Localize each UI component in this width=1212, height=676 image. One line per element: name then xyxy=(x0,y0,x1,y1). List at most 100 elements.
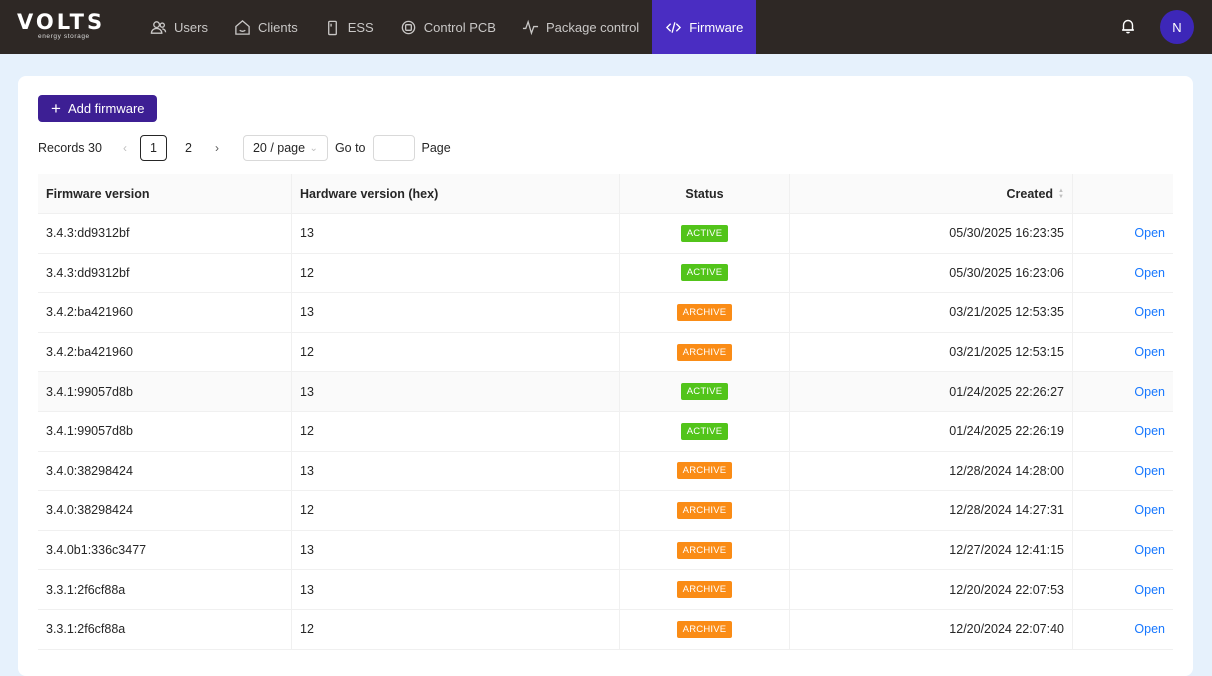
status-badge: ARCHIVE xyxy=(676,303,733,321)
plus-icon: + xyxy=(51,99,61,118)
nav-item-clients[interactable]: Clients xyxy=(221,0,311,54)
goto-page-input[interactable] xyxy=(372,135,415,161)
status-cell: ARCHIVE xyxy=(620,332,790,372)
pagination: Records 30 ‹ 1 2 › 20 / page ⌄ Go to Pag… xyxy=(38,135,451,161)
status-badge: ACTIVE xyxy=(680,264,729,282)
nav-item-label: Package control xyxy=(545,19,640,35)
hardware-version-cell: 12 xyxy=(292,411,620,451)
status-badge: ARCHIVE xyxy=(676,620,733,638)
status-badge: ARCHIVE xyxy=(676,343,733,361)
created-cell: 12/20/2024 22:07:53 xyxy=(790,570,1073,609)
nav-item-label: Clients xyxy=(257,19,298,35)
notifications-button[interactable] xyxy=(1119,17,1137,35)
sort-icon[interactable]: ▲ ▼ xyxy=(1058,188,1064,200)
hardware-version-cell: 12 xyxy=(292,253,620,293)
open-cell: Open xyxy=(1073,214,1173,253)
table-row: 3.4.0:38298424 12 ARCHIVE 12/28/2024 14:27:… xyxy=(38,491,1173,531)
open-cell: Open xyxy=(1073,254,1173,293)
status-cell: ARCHIVE xyxy=(620,609,790,649)
open-link[interactable]: Open xyxy=(1134,345,1165,359)
volts-logo[interactable]: VOLTS energy storage xyxy=(17,11,121,41)
users-icon xyxy=(150,20,167,34)
table-header: Firmware version Hardware version (hex) … xyxy=(38,174,1173,214)
created-cell: 05/30/2025 16:23:35 xyxy=(790,214,1073,253)
pulse-icon xyxy=(522,19,539,35)
status-badge: ACTIVE xyxy=(680,383,729,401)
status-badge: ACTIVE xyxy=(680,422,729,440)
nav-item-label: Control PCB xyxy=(423,19,496,35)
status-badge: ARCHIVE xyxy=(676,501,733,519)
firmware-version-cell: 3.4.2:ba421960 xyxy=(38,293,292,332)
add-firmware-label: Add firmware xyxy=(67,101,145,116)
open-link[interactable]: Open xyxy=(1134,424,1165,438)
open-link[interactable]: Open xyxy=(1134,543,1165,557)
open-link[interactable]: Open xyxy=(1134,583,1165,597)
hardware-version-cell: 13 xyxy=(292,372,620,411)
page-size-select[interactable]: 20 / page ⌄ xyxy=(242,135,328,161)
logo-tagline: energy storage xyxy=(38,33,90,40)
firmware-version-cell: 3.4.1:99057d8b xyxy=(38,411,292,451)
open-link[interactable]: Open xyxy=(1134,622,1165,636)
created-cell: 01/24/2025 22:26:27 xyxy=(790,372,1073,411)
open-link[interactable]: Open xyxy=(1134,226,1165,240)
status-cell: ARCHIVE xyxy=(620,451,790,491)
open-cell: Open xyxy=(1073,412,1173,451)
hardware-version-cell: 13 xyxy=(292,570,620,609)
status-badge: ARCHIVE xyxy=(676,581,733,599)
open-link[interactable]: Open xyxy=(1134,464,1165,478)
nav-item-users[interactable]: Users xyxy=(137,0,221,54)
page-2-button[interactable]: 2 xyxy=(175,135,202,161)
created-cell: 12/28/2024 14:27:31 xyxy=(790,491,1073,530)
open-cell: Open xyxy=(1073,531,1173,570)
status-cell: ACTIVE xyxy=(620,372,790,411)
open-link[interactable]: Open xyxy=(1134,305,1165,319)
goto-label: Go to xyxy=(334,141,366,155)
firmware-version-cell: 3.4.3:dd9312bf xyxy=(38,214,292,253)
open-link[interactable]: Open xyxy=(1134,503,1165,517)
column-header-firmware: Firmware version xyxy=(38,174,292,213)
status-cell: ARCHIVE xyxy=(620,491,790,530)
nav-item-ess[interactable]: ESS xyxy=(311,0,387,54)
open-cell: Open xyxy=(1073,293,1173,332)
status-cell: ARCHIVE xyxy=(620,570,790,609)
prev-page-icon[interactable]: ‹ xyxy=(114,135,136,161)
clients-icon xyxy=(235,19,250,35)
created-cell: 05/30/2025 16:23:06 xyxy=(790,253,1073,293)
user-avatar[interactable]: N xyxy=(1160,10,1194,44)
table-row: 3.4.2:ba421960 13 ARCHIVE 03/21/2025 12:53:… xyxy=(38,293,1173,333)
column-header-created[interactable]: Created ▲ ▼ xyxy=(790,174,1073,213)
next-page-icon[interactable]: › xyxy=(206,135,228,161)
created-cell: 12/20/2024 22:07:40 xyxy=(790,609,1073,649)
table-row: 3.4.1:99057d8b 12 ACTIVE 01/24/2025 22:26:1… xyxy=(38,411,1173,452)
open-link[interactable]: Open xyxy=(1134,266,1165,280)
status-badge: ARCHIVE xyxy=(676,462,733,480)
add-firmware-button[interactable]: + Add firmware xyxy=(38,95,157,122)
chip-icon xyxy=(401,20,416,34)
open-cell: Open xyxy=(1073,452,1173,491)
firmware-version-cell: 3.4.3:dd9312bf xyxy=(38,253,292,293)
table-row: 3.4.3:dd9312bf 12 ACTIVE 05/30/2025 16:23:0… xyxy=(38,253,1173,294)
hardware-version-cell: 12 xyxy=(292,609,620,649)
table-row: 3.3.1:2f6cf88a 13 ARCHIVE 12/20/2024 22:07:… xyxy=(38,570,1173,610)
hardware-version-cell: 13 xyxy=(292,214,620,253)
firmware-version-cell: 3.4.0:38298424 xyxy=(38,451,292,491)
created-cell: 03/21/2025 12:53:15 xyxy=(790,332,1073,372)
firmware-table: Firmware version Hardware version (hex) … xyxy=(38,174,1173,650)
firmware-version-cell: 3.3.1:2f6cf88a xyxy=(38,570,292,609)
column-header-actions xyxy=(1073,174,1173,213)
bell-icon xyxy=(1122,19,1134,34)
hardware-version-cell: 12 xyxy=(292,332,620,372)
created-cell: 12/28/2024 14:28:00 xyxy=(790,451,1073,491)
status-cell: ARCHIVE xyxy=(620,293,790,332)
page-1-button[interactable]: 1 xyxy=(139,135,167,161)
table-row: 3.4.0b1:336c3477 13 ARCHIVE 12/27/2024 12:4… xyxy=(38,530,1173,571)
status-badge: ARCHIVE xyxy=(676,541,733,559)
nav-item-firmware[interactable]: Firmware xyxy=(652,0,757,54)
open-cell: Open xyxy=(1073,491,1173,530)
nav-item-control-pcb[interactable]: Control PCB xyxy=(387,0,509,54)
nav-item-package-control[interactable]: Package control xyxy=(509,0,652,54)
status-badge: ACTIVE xyxy=(680,224,729,242)
open-link[interactable]: Open xyxy=(1134,385,1165,399)
logo-wordmark: VOLTS xyxy=(17,10,106,34)
table-row: 3.4.3:dd9312bf 13 ACTIVE 05/30/2025 16:23:3… xyxy=(38,214,1173,254)
